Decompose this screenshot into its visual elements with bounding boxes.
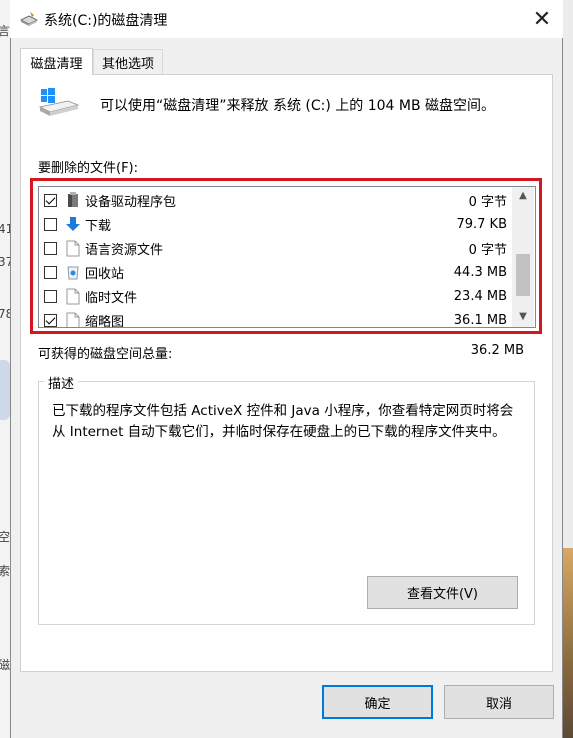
background-text: 磁 [0,658,11,672]
tab-label: 磁盘清理 [30,56,83,72]
ok-button[interactable]: 确定 [322,685,433,719]
cancel-label: 取消 [485,696,512,712]
background-text: 空 [0,530,11,544]
highlight-box [30,178,542,334]
tab-label: 其他选项 [101,56,154,72]
description-legend: 描述 [44,373,79,392]
background-wallpaper [563,548,573,738]
tab-disk-cleanup[interactable]: 磁盘清理 [20,48,93,75]
space-summary: 可以使用“磁盘清理”来释放 系统 (C:) 上的 104 MB 磁盘空间。 [100,98,496,114]
cancel-button[interactable]: 取消 [444,685,554,719]
hard-drive-icon [38,87,80,119]
total-space-value: 36.2 MB [470,343,524,358]
close-button[interactable]: ✕ [521,2,563,36]
background-text: 言 [0,24,11,38]
files-to-delete-label: 要删除的文件(F): [38,161,139,176]
background-text: 索 [0,564,11,578]
view-files-label: 查看文件(V) [406,587,479,602]
background-image-left [0,360,10,420]
disk-cleanup-icon [20,11,38,27]
ok-label: 确定 [364,696,391,712]
window-title: 系统(C:)的磁盘清理 [44,13,168,29]
view-files-button[interactable]: 查看文件(V) [367,576,518,609]
total-space-label: 可获得的磁盘空间总量: [38,347,173,362]
description-text: 已下载的程序文件包括 ActiveX 控件和 Java 小程序，你查看特定网页时… [52,403,514,440]
tab-other-options[interactable]: 其他选项 [93,49,163,74]
close-icon: ✕ [532,6,552,32]
